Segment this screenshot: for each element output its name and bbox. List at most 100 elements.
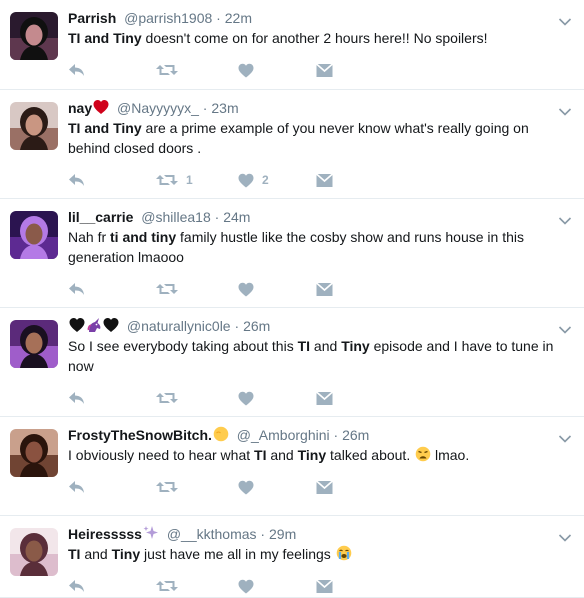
timestamp[interactable]: 26m (243, 318, 270, 334)
retweet-count: 1 (186, 173, 193, 187)
tweet-header: nay @Nayyyyyx_ · 23m (68, 98, 574, 118)
separator-dot: · (256, 526, 269, 542)
display-name[interactable]: FrostyTheSnowBitch. (68, 427, 212, 443)
username-handle[interactable]: @__kkthomas (163, 526, 257, 542)
highlighted-term: TI (297, 338, 311, 354)
red-heart-emoji (93, 100, 109, 114)
direct-message-button[interactable] (316, 62, 333, 78)
more-options-chevron-down-icon[interactable] (558, 14, 572, 26)
retweet-button[interactable] (156, 62, 238, 78)
separator-dot: · (212, 10, 225, 26)
more-options-chevron-down-icon[interactable] (558, 104, 572, 116)
tweet-item[interactable]: nay @Nayyyyyx_ · 23m TI and Tiny are a pr… (0, 90, 584, 199)
display-name[interactable]: nay (68, 100, 92, 116)
tweet-header: lil__carrie @shillea18 · 24m (68, 207, 574, 227)
reply-button[interactable] (68, 390, 156, 406)
separator-dot: · (198, 100, 212, 116)
tweet-header: FrostyTheSnowBitch. @_Amborghini · 26m (68, 425, 574, 445)
tweet-item[interactable]: FrostyTheSnowBitch. @_Amborghini · 26m I … (0, 417, 584, 516)
timestamp[interactable]: 22m (225, 10, 252, 26)
separator-dot: · (210, 209, 224, 225)
avatar[interactable] (10, 12, 58, 60)
more-options-chevron-down-icon[interactable] (558, 431, 572, 443)
retweet-button[interactable]: 1 (156, 172, 238, 188)
heart-icon (238, 282, 254, 297)
tweet-item[interactable]: lil__carrie @shillea18 · 24m Nah fr ti an… (0, 199, 584, 308)
black-heart-emoji (69, 318, 85, 332)
retweet-button[interactable] (156, 578, 238, 594)
reply-icon (68, 479, 86, 495)
display-name[interactable]: Parrish (68, 10, 116, 26)
text-segment: and (266, 447, 298, 463)
reply-button[interactable] (68, 479, 156, 495)
like-button[interactable] (238, 480, 316, 495)
retweet-icon (156, 62, 178, 78)
tweet-header: @naturallynic0le · 26m (68, 316, 574, 336)
reply-button[interactable] (68, 578, 156, 594)
highlighted-term: Tiny (111, 546, 141, 562)
reply-button[interactable] (68, 62, 156, 78)
more-options-chevron-down-icon[interactable] (558, 530, 572, 542)
more-options-chevron-down-icon[interactable] (558, 213, 572, 225)
heart-icon (238, 63, 254, 78)
direct-message-button[interactable] (316, 390, 333, 406)
highlighted-term: TI (254, 447, 267, 463)
reply-button[interactable] (68, 281, 156, 297)
like-button[interactable] (238, 63, 316, 78)
reply-icon (68, 281, 86, 297)
reply-button[interactable] (68, 172, 156, 188)
timestamp[interactable]: 26m (342, 427, 369, 443)
reply-icon (68, 172, 86, 188)
avatar[interactable] (10, 320, 58, 368)
heart-icon (238, 480, 254, 495)
weary-face-emoji (415, 446, 431, 462)
text-segment: Nah fr (68, 229, 111, 245)
username-handle[interactable]: @Nayyyyyx_ (113, 100, 199, 116)
tweet-text: So I see everybody taking about this TI … (68, 336, 574, 376)
more-options-chevron-down-icon[interactable] (558, 322, 572, 334)
heart-icon (238, 173, 254, 188)
retweet-button[interactable] (156, 479, 238, 495)
tweet-item[interactable]: @naturallynic0le · 26m So I see everybody… (0, 308, 584, 417)
direct-message-button[interactable] (316, 479, 333, 495)
highlighted-term: TI (68, 546, 81, 562)
like-button[interactable] (238, 579, 316, 594)
direct-message-button[interactable] (316, 172, 333, 188)
username-handle[interactable]: @parrish1908 (120, 10, 212, 26)
retweet-icon (156, 172, 178, 188)
tweet-header: Parrish @parrish1908 · 22m (68, 8, 574, 28)
like-button[interactable]: 2 (238, 173, 316, 188)
text-segment: just have me all in my feelings (140, 546, 335, 562)
timestamp[interactable]: 29m (269, 526, 296, 542)
avatar[interactable] (10, 528, 58, 576)
direct-message-button[interactable] (316, 578, 333, 594)
tweet-item[interactable]: Parrish @parrish1908 · 22m TI and Tiny do… (0, 0, 584, 90)
tweet-item[interactable]: Heiresssss @__kkthomas · 29m TI and Tiny … (0, 516, 584, 598)
like-button[interactable] (238, 282, 316, 297)
text-segment: and (80, 546, 112, 562)
tweet-text: I obviously need to hear what TI and Tin… (68, 445, 574, 465)
username-handle[interactable]: @shillea18 (137, 209, 211, 225)
timestamp[interactable]: 24m (223, 209, 250, 225)
tweet-actions (68, 48, 574, 90)
tweet-feed: Parrish @parrish1908 · 22m TI and Tiny do… (0, 0, 584, 598)
retweet-button[interactable] (156, 390, 238, 406)
envelope-icon (316, 62, 333, 78)
display-name[interactable]: Heiresssss (68, 526, 142, 542)
envelope-icon (316, 281, 333, 297)
reply-icon (68, 62, 86, 78)
like-button[interactable] (238, 391, 316, 406)
tweet-text: TI and Tiny doesn't come on for another … (68, 28, 574, 48)
tweet-header: Heiresssss @__kkthomas · 29m (68, 524, 574, 544)
direct-message-button[interactable] (316, 281, 333, 297)
retweet-button[interactable] (156, 281, 238, 297)
avatar[interactable] (10, 429, 58, 477)
retweet-icon (156, 390, 178, 406)
avatar[interactable] (10, 102, 58, 150)
avatar[interactable] (10, 211, 58, 259)
username-handle[interactable]: @_Amborghini (233, 427, 330, 443)
timestamp[interactable]: 23m (211, 100, 238, 116)
username-handle[interactable]: @naturallynic0le (123, 318, 231, 334)
display-name[interactable]: lil__carrie (68, 209, 133, 225)
text-segment: I obviously need to hear what (68, 447, 255, 463)
